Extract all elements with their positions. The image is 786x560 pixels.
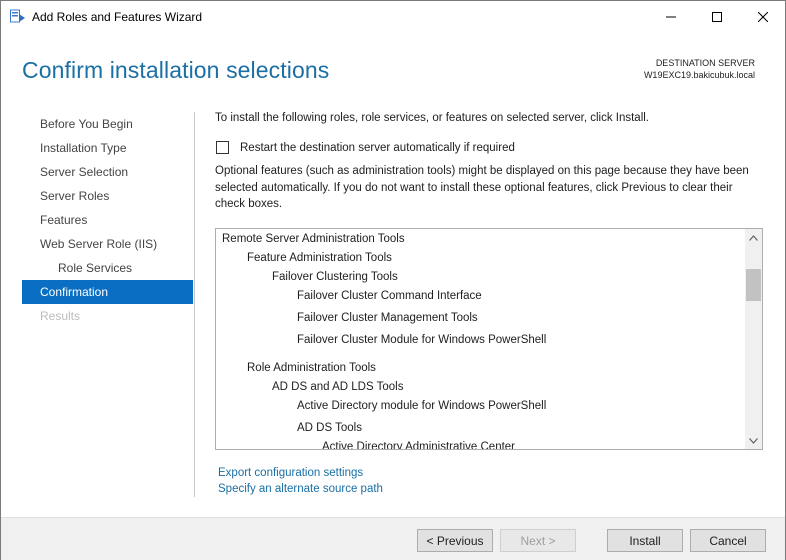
restart-option[interactable]: Restart the destination server automatic… (216, 141, 515, 154)
scroll-up-button[interactable] (745, 229, 762, 246)
install-button[interactable]: Install (607, 529, 683, 552)
restart-checkbox-label[interactable]: Restart the destination server automatic… (240, 142, 515, 154)
minimize-button[interactable] (648, 1, 694, 32)
restart-checkbox[interactable] (216, 141, 229, 154)
destination-server-label: DESTINATION SERVER (655, 58, 755, 68)
cancel-button[interactable]: Cancel (690, 529, 766, 552)
nav-item-server-roles[interactable]: Server Roles (22, 184, 193, 208)
nav-item-confirmation[interactable]: Confirmation (22, 280, 193, 304)
nav-item-role-services[interactable]: Role Services (22, 256, 193, 280)
list-item: Active Directory Administrative Center (322, 441, 516, 450)
list-scrollbar[interactable] (745, 229, 762, 449)
wizard-window: Add Roles and Features Wizard Confirm in… (0, 0, 786, 560)
destination-server-name: W19EXC19.bakicubuk.local (643, 70, 755, 80)
server-manager-icon (10, 9, 25, 23)
maximize-icon (712, 11, 722, 22)
nav-item-web-server-role[interactable]: Web Server Role (IIS) (22, 232, 193, 256)
scroll-down-button[interactable] (745, 432, 762, 449)
title-bar[interactable]: Add Roles and Features Wizard (1, 1, 785, 32)
list-item: Remote Server Administration Tools (222, 233, 405, 245)
close-icon (758, 11, 768, 22)
list-item: Active Directory module for Windows Powe… (297, 400, 547, 412)
nav-item-server-selection[interactable]: Server Selection (22, 160, 193, 184)
selected-features-list[interactable]: Remote Server Administration Tools Featu… (215, 228, 763, 450)
button-bar: < Previous Next > Install Cancel (1, 517, 785, 560)
previous-button[interactable]: < Previous (417, 529, 493, 552)
nav-item-before-you-begin[interactable]: Before You Begin (22, 112, 193, 136)
alternate-source-path-link[interactable]: Specify an alternate source path (218, 483, 383, 495)
page-title: Confirm installation selections (22, 57, 330, 83)
optional-features-note: Optional features (such as administratio… (215, 165, 749, 210)
close-button[interactable] (740, 1, 786, 32)
window-title: Add Roles and Features Wizard (32, 10, 203, 24)
scroll-thumb[interactable] (746, 269, 761, 301)
list-item: Role Administration Tools (247, 362, 376, 374)
nav-item-features[interactable]: Features (22, 208, 193, 232)
list-item: AD DS and AD LDS Tools (272, 381, 404, 393)
list-item: Failover Cluster Module for Windows Powe… (297, 334, 547, 346)
nav-item-installation-type[interactable]: Installation Type (22, 136, 193, 160)
intro-text: To install the following roles, role ser… (215, 112, 649, 124)
export-configuration-link[interactable]: Export configuration settings (218, 467, 363, 479)
chevron-down-icon (749, 437, 758, 444)
list-item: Failover Clustering Tools (272, 271, 398, 283)
next-button: Next > (500, 529, 576, 552)
minimize-icon (666, 16, 676, 17)
list-item: Feature Administration Tools (247, 252, 392, 264)
nav-divider (194, 112, 195, 497)
wizard-nav: Before You Begin Installation Type Serve… (22, 112, 193, 328)
nav-item-results: Results (40, 309, 81, 323)
list-item: Failover Cluster Management Tools (297, 312, 478, 324)
maximize-button[interactable] (694, 1, 740, 32)
chevron-up-icon (749, 234, 758, 241)
list-item: Failover Cluster Command Interface (297, 290, 482, 302)
list-item: AD DS Tools (297, 422, 362, 434)
